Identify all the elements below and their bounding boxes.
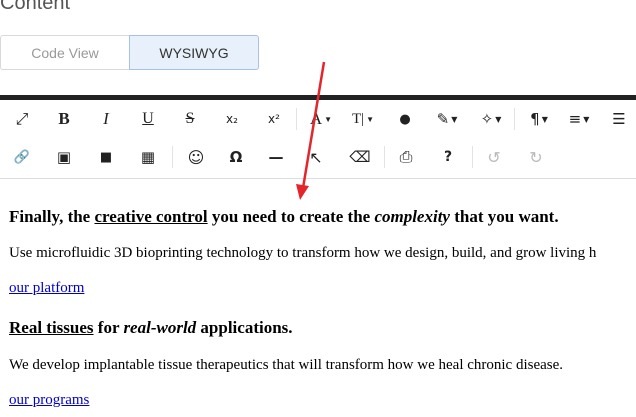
heading-italic-text: real-world bbox=[123, 318, 197, 337]
heading-underlined-text: Real tissues bbox=[9, 318, 94, 337]
chevron-down-icon: ▼ bbox=[451, 114, 458, 124]
emoji-icon[interactable]: ☺ bbox=[184, 138, 208, 176]
strikethrough-button[interactable]: S bbox=[178, 100, 202, 138]
code-view-tab[interactable]: Code View bbox=[0, 35, 129, 70]
view-mode-tabs: Code View WYSIWYG bbox=[0, 35, 259, 72]
text-color-icon[interactable]: ● bbox=[394, 100, 416, 138]
content-heading-1: Finally, the creative control you need t… bbox=[9, 207, 559, 227]
chevron-down-icon: ▼ bbox=[324, 114, 333, 124]
font-family-dropdown[interactable]: A ▼ bbox=[306, 100, 336, 138]
link-icon[interactable]: 🔗 bbox=[10, 138, 34, 176]
inline-style-dropdown[interactable]: ✧ ▼ bbox=[476, 100, 506, 138]
italic-button[interactable]: I bbox=[94, 100, 118, 138]
heading-text: you need to create the bbox=[207, 207, 375, 226]
font-family-icon: A bbox=[309, 109, 323, 128]
heading-italic-text: complexity bbox=[374, 207, 450, 226]
align-dropdown[interactable]: ≡ ▼ bbox=[564, 100, 594, 138]
content-heading-2: Real tissues for real-world applications… bbox=[9, 318, 293, 338]
toolbar-row-2: 🔗 ▣ ■ ▦ ☺ Ω — ↖ ⌫ ⎙ ? ↺ ↻ bbox=[0, 138, 636, 176]
chevron-down-icon: ▼ bbox=[495, 114, 502, 124]
fullscreen-icon[interactable]: ⤢ bbox=[10, 100, 34, 138]
subscript-button[interactable]: x₂ bbox=[220, 100, 244, 138]
special-character-icon[interactable]: Ω bbox=[224, 138, 248, 176]
help-icon[interactable]: ? bbox=[436, 138, 460, 176]
font-size-icon: T| bbox=[351, 110, 365, 127]
pilcrow-icon: ¶ bbox=[530, 110, 540, 128]
heading-text: Finally, the bbox=[9, 207, 95, 226]
toolbar-separator bbox=[472, 146, 473, 168]
chevron-down-icon: ▼ bbox=[541, 114, 548, 124]
chevron-down-icon: ▼ bbox=[366, 114, 375, 124]
font-size-dropdown[interactable]: T| ▼ bbox=[348, 100, 378, 138]
toolbar-separator bbox=[514, 108, 515, 130]
image-icon[interactable]: ▣ bbox=[52, 138, 76, 176]
content-paragraph-2: We develop implantable tissue therapeuti… bbox=[9, 357, 564, 373]
eraser-icon[interactable]: ⌫ bbox=[348, 138, 372, 176]
table-icon[interactable]: ▦ bbox=[136, 138, 160, 176]
paintbrush-icon: ✎ bbox=[436, 110, 450, 128]
our-platform-link[interactable]: our platform bbox=[9, 280, 84, 297]
wysiwyg-tab[interactable]: WYSIWYG bbox=[129, 35, 259, 70]
redo-icon[interactable]: ↻ bbox=[524, 138, 548, 176]
chevron-down-icon: ▼ bbox=[583, 114, 590, 124]
horizontal-line-icon[interactable]: — bbox=[264, 138, 288, 176]
paragraph-format-dropdown[interactable]: ¶ ▼ bbox=[524, 100, 554, 138]
editor-content-area[interactable]: Finally, the creative control you need t… bbox=[0, 179, 636, 417]
underline-button[interactable]: U bbox=[136, 100, 160, 138]
toolbar-row-1: ⤢ B I U S x₂ x² A ▼ T| ▼ ● ✎ ▼ ✧ ▼ ¶ ▼ ≡ ▼ ☰ bbox=[0, 100, 636, 138]
list-icon[interactable]: ☰ bbox=[608, 100, 630, 138]
heading-text: for bbox=[93, 318, 124, 337]
content-paragraph-1: Use microfluidic 3D bioprinting technolo… bbox=[9, 245, 597, 261]
heading-underlined-text: creative control bbox=[94, 207, 208, 226]
toolbar-separator bbox=[296, 108, 297, 130]
heading-text: that you want. bbox=[449, 207, 559, 226]
video-icon[interactable]: ■ bbox=[94, 138, 118, 176]
section-title: Content bbox=[0, 0, 71, 14]
select-all-icon[interactable]: ↖ bbox=[304, 138, 328, 176]
paint-format-dropdown[interactable]: ✎ ▼ bbox=[432, 100, 462, 138]
editor-toolbar: ⤢ B I U S x₂ x² A ▼ T| ▼ ● ✎ ▼ ✧ ▼ ¶ ▼ ≡ ▼ ☰ 🔗… bbox=[0, 100, 636, 179]
superscript-button[interactable]: x² bbox=[262, 100, 286, 138]
heading-text: applications. bbox=[196, 318, 293, 337]
our-programs-link[interactable]: our programs bbox=[9, 392, 89, 409]
toolbar-separator bbox=[384, 146, 385, 168]
bold-button[interactable]: B bbox=[52, 100, 76, 138]
magic-wand-icon: ✧ bbox=[480, 110, 494, 128]
print-icon[interactable]: ⎙ bbox=[394, 138, 418, 176]
align-left-icon: ≡ bbox=[568, 110, 582, 128]
toolbar-separator bbox=[172, 146, 173, 168]
undo-icon[interactable]: ↺ bbox=[482, 138, 506, 176]
